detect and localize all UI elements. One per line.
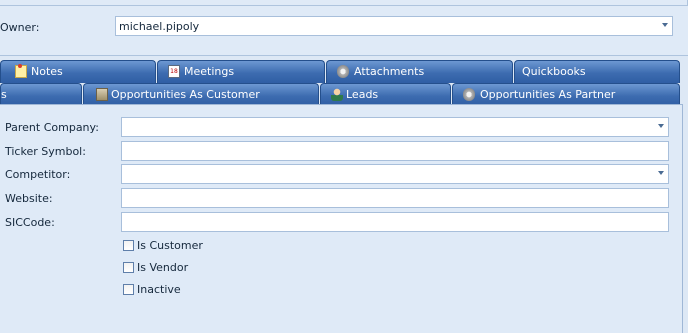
owner-strip: Owner: michael.pipoly: [0, 0, 688, 56]
checkbox-box[interactable]: [123, 262, 134, 273]
parent-company-combobox[interactable]: [121, 117, 669, 137]
attachment-icon: [337, 65, 349, 78]
tab-label: Notes: [31, 65, 63, 78]
person-icon: [331, 88, 343, 101]
website-input[interactable]: [121, 188, 669, 208]
is-vendor-label: Is Vendor: [137, 261, 189, 274]
details-panel: Parent Company: Ticker Symbol: Competito…: [0, 104, 683, 333]
chevron-down-icon[interactable]: [658, 171, 664, 175]
calendar-icon: 18: [168, 65, 180, 78]
box-icon: [96, 88, 108, 101]
tab-quickbooks[interactable]: Quickbooks: [514, 60, 680, 83]
chevron-down-icon[interactable]: [658, 124, 664, 128]
owner-value: michael.pipoly: [119, 20, 200, 33]
sic-code-label: SICCode:: [5, 216, 55, 229]
note-icon: [15, 64, 27, 78]
website-label: Website:: [5, 192, 53, 205]
owner-combobox[interactable]: michael.pipoly: [115, 16, 673, 36]
tab-leads[interactable]: Leads: [320, 83, 451, 106]
competitor-label: Competitor:: [5, 168, 71, 181]
tab-row-1: Notes 18 Meetings Attachments Quickbooks: [0, 60, 688, 83]
is-customer-label: Is Customer: [137, 239, 203, 252]
tab-label: Leads: [346, 88, 379, 101]
tab-attachments[interactable]: Attachments: [326, 60, 513, 83]
tab-notes[interactable]: Notes: [0, 60, 156, 83]
chevron-down-icon[interactable]: [662, 23, 668, 27]
gear-icon: [463, 88, 475, 101]
tab-opportunities-as-customer[interactable]: Opportunities As Customer: [83, 83, 319, 106]
tab-label: s: [1, 88, 7, 101]
tab-label: Opportunities As Partner: [480, 88, 616, 101]
checkbox-box[interactable]: [123, 284, 134, 295]
competitor-combobox[interactable]: [121, 164, 669, 184]
tab-label: Attachments: [354, 65, 425, 78]
checkbox-box[interactable]: [123, 240, 134, 251]
tab-truncated[interactable]: s: [0, 83, 82, 106]
tab-meetings[interactable]: 18 Meetings: [157, 60, 325, 83]
tab-label: Quickbooks: [522, 65, 586, 78]
owner-label: Owner:: [0, 21, 40, 34]
ticker-symbol-input[interactable]: [121, 141, 669, 161]
sic-code-input[interactable]: [121, 212, 669, 232]
ticker-symbol-label: Ticker Symbol:: [5, 145, 86, 158]
tab-row-2: s Opportunities As Customer Leads Opport…: [0, 83, 688, 106]
tab-label: Opportunities As Customer: [111, 88, 260, 101]
inactive-label: Inactive: [137, 283, 181, 296]
tab-opportunities-as-partner[interactable]: Opportunities As Partner: [452, 83, 680, 106]
parent-company-label: Parent Company:: [5, 121, 99, 134]
tab-label: Meetings: [184, 65, 235, 78]
